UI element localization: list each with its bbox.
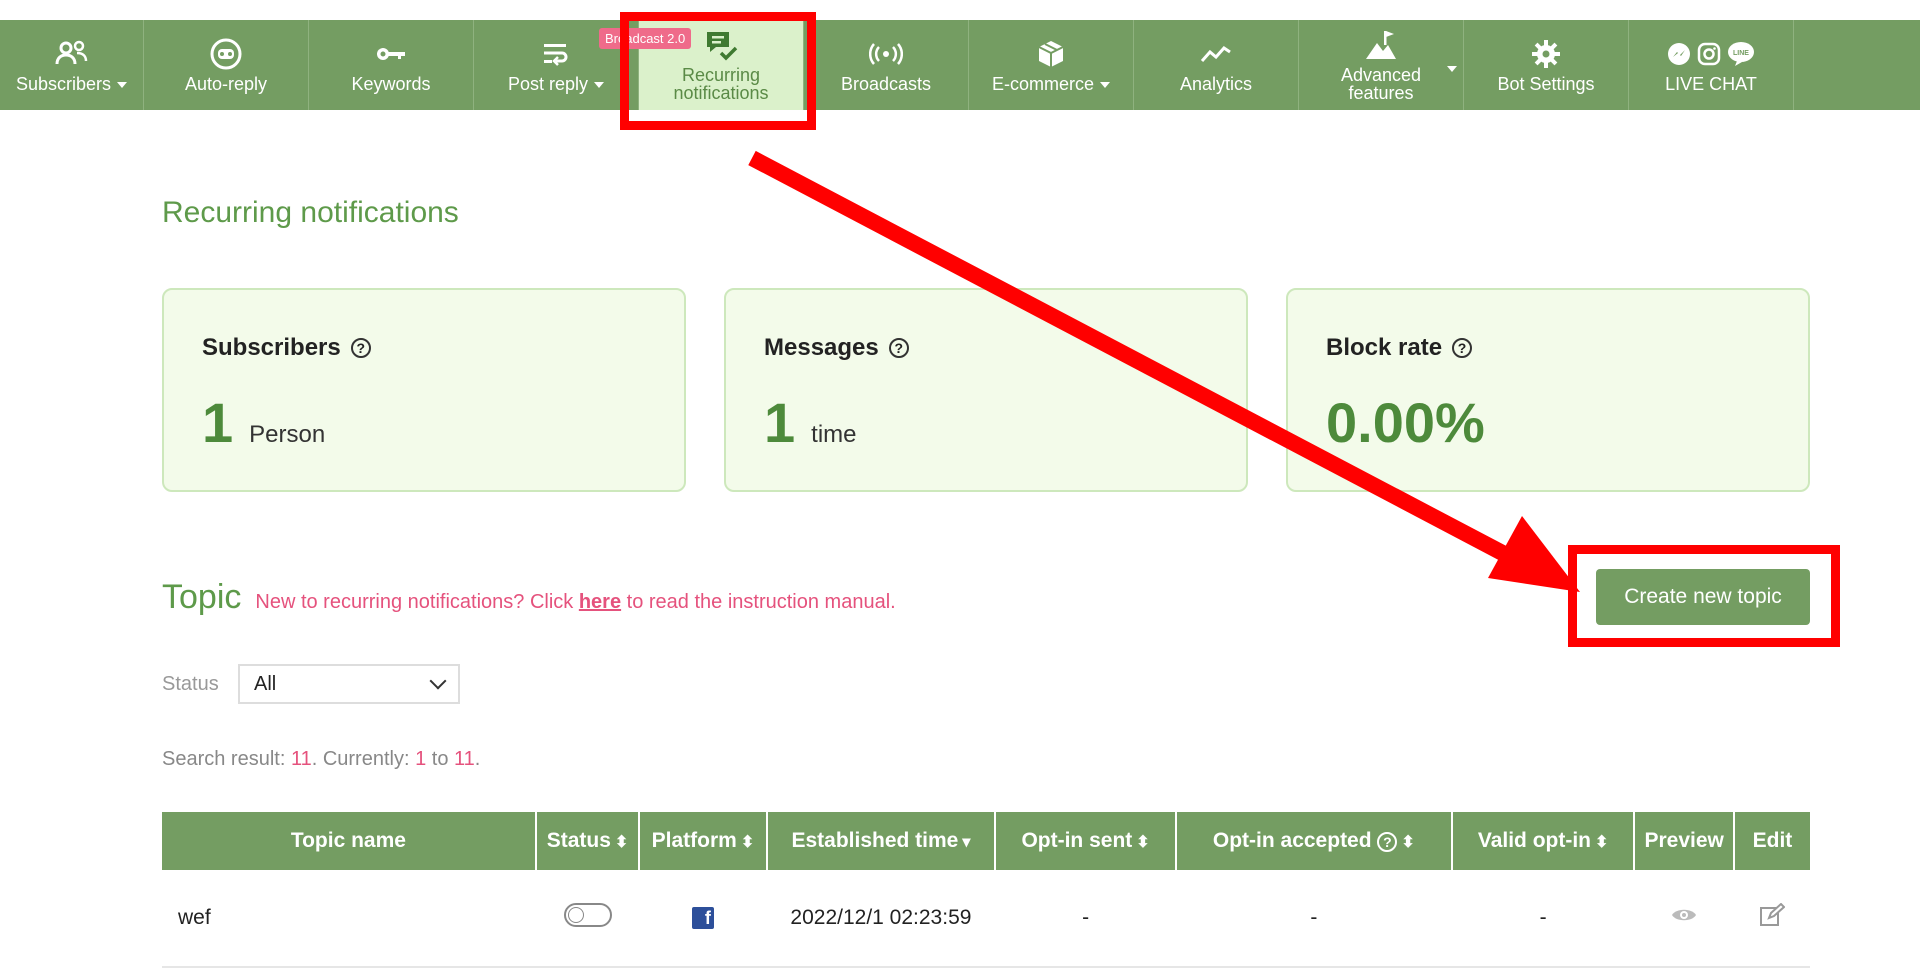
annotation-arrow <box>748 150 1580 592</box>
